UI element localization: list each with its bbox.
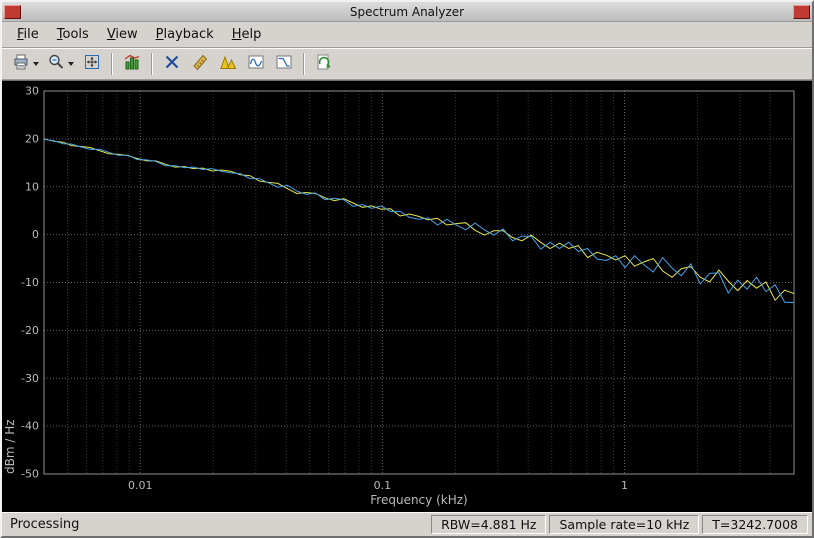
titlebar[interactable]: Spectrum Analyzer	[2, 2, 812, 22]
signal-statistics-button[interactable]	[187, 51, 213, 77]
toolbar-separator	[303, 53, 305, 75]
svg-text:20: 20	[25, 132, 39, 145]
window-title: Spectrum Analyzer	[21, 5, 793, 19]
menu-tools-label: ools	[63, 27, 89, 42]
window-menu-button[interactable]	[4, 5, 21, 19]
spectrum-analyzer-window: Spectrum Analyzer File Tools View Playba…	[0, 0, 814, 538]
spectrum-settings-icon	[123, 53, 141, 75]
magnifier-icon	[47, 53, 65, 75]
menu-help-mnemonic: H	[232, 27, 242, 42]
fit-to-view-button[interactable]	[79, 51, 105, 77]
svg-text:-40: -40	[21, 420, 39, 433]
toolbar	[2, 48, 812, 80]
svg-text:-20: -20	[21, 324, 39, 337]
toolbar-separator	[151, 53, 153, 75]
fit-to-view-icon	[83, 53, 101, 75]
menu-view[interactable]: View	[98, 23, 147, 46]
menu-file[interactable]: File	[8, 23, 48, 46]
svg-text:0: 0	[32, 228, 39, 241]
svg-text:-10: -10	[21, 276, 39, 289]
zoom-dropdown-caret[interactable]	[68, 62, 74, 66]
svg-text:0.01: 0.01	[128, 479, 153, 492]
svg-text:0.1: 0.1	[374, 479, 392, 492]
statusbar: Processing RBW=4.881 Hz Sample rate=10 k…	[2, 512, 812, 536]
menu-help[interactable]: Help	[223, 23, 271, 46]
print-button[interactable]	[9, 51, 42, 77]
ccdf-measurements-button[interactable]	[271, 51, 297, 77]
menu-playback-mnemonic: P	[156, 27, 164, 42]
peak-finder-button[interactable]	[215, 51, 241, 77]
svg-text:-50: -50	[21, 468, 39, 481]
print-dropdown-caret[interactable]	[33, 62, 39, 66]
menubar: File Tools View Playback Help	[2, 22, 812, 48]
x-axis-label: Frequency (kHz)	[44, 493, 794, 507]
svg-text:10: 10	[25, 180, 39, 193]
distortion-measurements-button[interactable]	[243, 51, 269, 77]
sample-rate-indicator: Sample rate=10 kHz	[549, 515, 699, 534]
cursor-x-icon	[163, 53, 181, 75]
menu-playback-label: layback	[164, 27, 214, 42]
menu-playback[interactable]: Playback	[147, 23, 223, 46]
menu-help-label: elp	[241, 27, 261, 42]
printer-icon	[12, 53, 30, 75]
cursor-measurements-button[interactable]	[159, 51, 185, 77]
svg-text:1: 1	[621, 479, 628, 492]
ruler-icon	[191, 53, 209, 75]
close-button[interactable]	[793, 5, 810, 19]
svg-text:30: 30	[25, 85, 39, 98]
peak-finder-icon	[219, 53, 237, 75]
toolbar-separator	[111, 53, 113, 75]
plot-area[interactable]: 30 20 10 0 -10 -20 -30 -40 -50 0.01 0.1 1	[2, 81, 812, 512]
time-indicator: T=3242.7008	[702, 515, 808, 534]
spectrum-settings-button[interactable]	[119, 51, 145, 77]
rbw-indicator: RBW=4.881 Hz	[431, 515, 546, 534]
status-message: Processing	[6, 517, 428, 532]
menu-view-label: iew	[115, 27, 137, 42]
menu-tools[interactable]: Tools	[48, 23, 98, 46]
zoom-button[interactable]	[44, 51, 77, 77]
y-axis-label: dBm / Hz	[3, 91, 17, 474]
export-arrow-icon	[315, 53, 333, 75]
plot-panel: 3020100-10-20-30-40-500.010.11 dBm / Hz …	[2, 80, 812, 512]
waveform-icon	[247, 53, 265, 75]
ccdf-curve-icon	[275, 53, 293, 75]
menu-file-label: ile	[24, 27, 39, 42]
svg-text:-30: -30	[21, 372, 39, 385]
playback-export-button[interactable]	[311, 51, 337, 77]
